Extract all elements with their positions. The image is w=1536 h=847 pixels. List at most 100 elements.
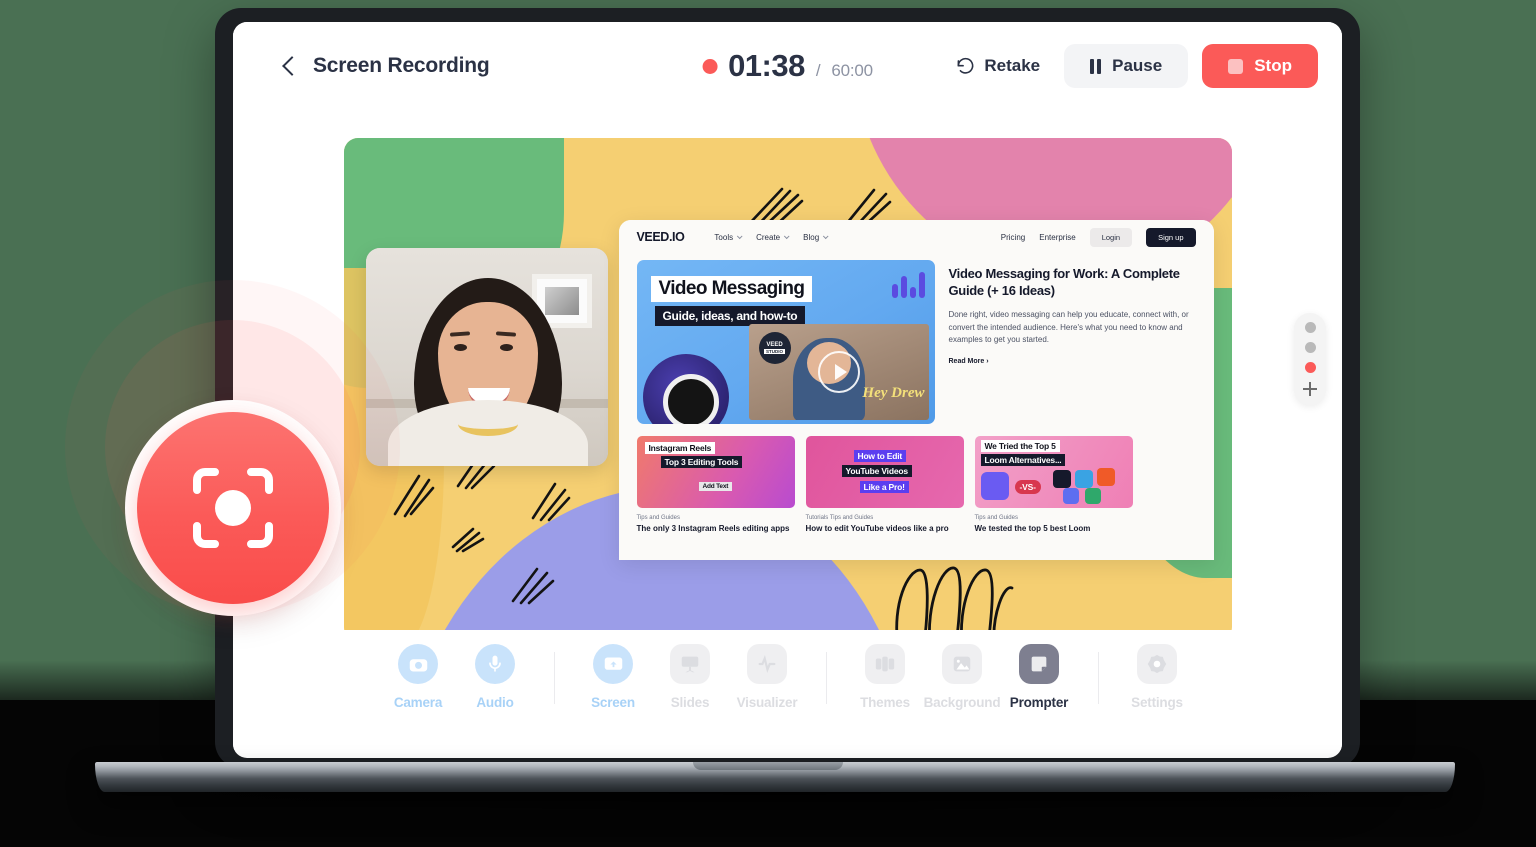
article-card-thumbnail: Instagram Reels Top 3 Editing Tools Add … — [636, 436, 795, 508]
laptop-screen: Screen Recording 01:38 / 60:00 Retake Pa… — [233, 22, 1342, 758]
toolbar-label-themes: Themes — [860, 695, 910, 710]
layer-dock — [1294, 313, 1326, 405]
article-card-category: Tips and Guides — [636, 515, 680, 521]
site-nav-create[interactable]: Create — [756, 232, 790, 242]
microphone-icon — [475, 644, 515, 684]
screen-share-content[interactable]: VEED.IO Tools Create Blog Pricing Enterp… — [618, 220, 1214, 560]
toolbar-item-themes[interactable]: Themes — [847, 644, 924, 710]
article-card[interactable]: We Tried the Top 5 Loom Alternatives... … — [974, 436, 1133, 534]
article-card[interactable]: Instagram Reels Top 3 Editing Tools Add … — [636, 436, 795, 534]
timer-total: 60:00 — [831, 61, 873, 80]
header-actions: Retake Pause Stop — [946, 44, 1318, 88]
site-nav-tools[interactable]: Tools — [714, 233, 743, 242]
toolbar-item-visualizer[interactable]: Visualizer — [729, 644, 806, 710]
article-card-title: How to edit YouTube videos like a pro — [805, 524, 949, 533]
chevron-down-icon — [736, 233, 743, 240]
veed-badge-top: VEED — [766, 341, 783, 348]
site-logo[interactable]: VEED.IO — [637, 230, 685, 244]
toolbar-item-prompter[interactable]: Prompter — [1001, 644, 1078, 710]
record-screen-button[interactable] — [137, 412, 329, 604]
card2-label-2: YouTube Videos — [841, 465, 912, 477]
article-card-title: The only 3 Instagram Reels editing apps — [636, 524, 790, 533]
themes-icon — [865, 644, 905, 684]
site-nav-pricing[interactable]: Pricing — [1001, 233, 1025, 242]
gear-icon — [1137, 644, 1177, 684]
hero-webcam-device-decor — [642, 354, 729, 424]
pause-button[interactable]: Pause — [1064, 44, 1189, 88]
back-button[interactable]: Screen Recording — [281, 54, 490, 78]
article-card-category: Tutorials Tips and Guides — [805, 515, 874, 521]
pause-icon — [1090, 58, 1102, 74]
card3-label-2: Loom Alternatives... — [980, 454, 1066, 466]
rotate-ccw-icon — [956, 57, 975, 76]
stop-square-icon — [1228, 58, 1244, 74]
card1-label-2: Top 3 Editing Tools — [660, 456, 743, 468]
article-card-category: Tips and Guides — [974, 515, 1018, 521]
site-navbar: VEED.IO Tools Create Blog Pricing Enterp… — [618, 220, 1214, 254]
site-nav-create-label: Create — [756, 232, 781, 242]
toolbar-label-screen: Screen — [591, 695, 635, 710]
stop-label: Stop — [1254, 56, 1292, 75]
canvas-area: VEED.IO Tools Create Blog Pricing Enterp… — [233, 110, 1342, 641]
card3-icon-tile — [980, 472, 1009, 500]
card3-label-3: -VS- — [1014, 480, 1041, 494]
site-nav-right: Pricing Enterprise Login Sign up — [1001, 227, 1196, 247]
card3-logo-4 — [1062, 488, 1079, 504]
toolbar-label-visualizer: Visualizer — [736, 695, 798, 710]
article-card-thumbnail: We Tried the Top 5 Loom Alternatives... … — [974, 436, 1133, 508]
toolbar-item-settings[interactable]: Settings — [1119, 644, 1196, 710]
hero-read-more-link[interactable]: Read More › — [949, 358, 1196, 365]
card1-label-1: Instagram Reels — [644, 442, 716, 454]
toolbar-label-slides: Slides — [670, 695, 710, 710]
toolbar-item-camera[interactable]: Camera — [380, 644, 457, 710]
plus-icon[interactable] — [1303, 382, 1317, 396]
toolbar-item-background[interactable]: Background — [924, 644, 1001, 710]
screen-capture-record-icon — [187, 462, 279, 554]
hero-body: Done right, video messaging can help you… — [948, 310, 1189, 345]
veed-studio-badge: VEED STUDIO — [758, 332, 791, 364]
site-nav-blog-label: Blog — [803, 232, 820, 242]
toolbar-item-audio[interactable]: Audio — [457, 644, 534, 710]
screen-share-icon — [593, 644, 633, 684]
site-signup-button[interactable]: Sign up — [1146, 227, 1196, 247]
hero-inset-video: VEED STUDIO Hey Drew — [748, 324, 929, 420]
card2-label-1: How to Edit — [853, 450, 907, 462]
site-login-button[interactable]: Login — [1089, 227, 1133, 247]
timer-current: 01:38 — [728, 48, 805, 83]
toolbar-item-slides[interactable]: Slides — [652, 644, 729, 710]
layer-dot-2[interactable] — [1304, 342, 1316, 353]
toolbar-divider-3 — [1097, 652, 1099, 704]
recording-canvas[interactable]: VEED.IO Tools Create Blog Pricing Enterp… — [343, 138, 1232, 641]
site-nav-links: Tools Create Blog — [714, 232, 829, 242]
card3-logo-1 — [1052, 470, 1071, 488]
retake-label: Retake — [984, 56, 1041, 75]
toolbar-label-background: Background — [923, 695, 1001, 710]
layer-dot-1[interactable] — [1304, 322, 1316, 333]
article-card-thumbnail: How to Edit YouTube Videos Like a Pro! — [805, 436, 964, 508]
decor-scribble-7 — [511, 567, 554, 605]
hero-thumb-caption: Hey Drew — [862, 384, 925, 401]
site-nav-blog[interactable]: Blog — [803, 232, 829, 242]
decor-scribble-6 — [451, 527, 484, 553]
play-icon[interactable] — [817, 351, 860, 393]
card3-label-1: We Tried the Top 5 — [980, 440, 1060, 452]
hero-text-block: Video Messaging for Work: A Complete Gui… — [949, 260, 1196, 424]
card2-label-3: Like a Pro! — [859, 481, 909, 493]
note-icon — [1019, 644, 1059, 684]
webcam-overlay[interactable] — [365, 248, 608, 466]
toolbar-item-screen[interactable]: Screen — [575, 644, 652, 710]
site-nav-enterprise[interactable]: Enterprise — [1039, 233, 1075, 242]
hero-chart-decor — [891, 272, 925, 298]
card3-logo-3 — [1096, 468, 1115, 486]
tool-toolbar: Camera Audio Screen Slides Visualizer Th… — [233, 630, 1342, 750]
retake-button[interactable]: Retake — [946, 46, 1050, 86]
article-card[interactable]: How to Edit YouTube Videos Like a Pro! T… — [805, 436, 964, 534]
page-title: Screen Recording — [313, 54, 490, 77]
toolbar-divider-2 — [825, 652, 827, 704]
layer-dot-3-active[interactable] — [1304, 362, 1316, 373]
hero-video-thumbnail[interactable]: Video Messaging Guide, ideas, and how-to… — [636, 260, 935, 424]
camera-icon — [398, 644, 438, 684]
app-header: Screen Recording 01:38 / 60:00 Retake Pa… — [233, 22, 1342, 110]
stop-button[interactable]: Stop — [1202, 44, 1318, 88]
slides-icon — [670, 644, 710, 684]
